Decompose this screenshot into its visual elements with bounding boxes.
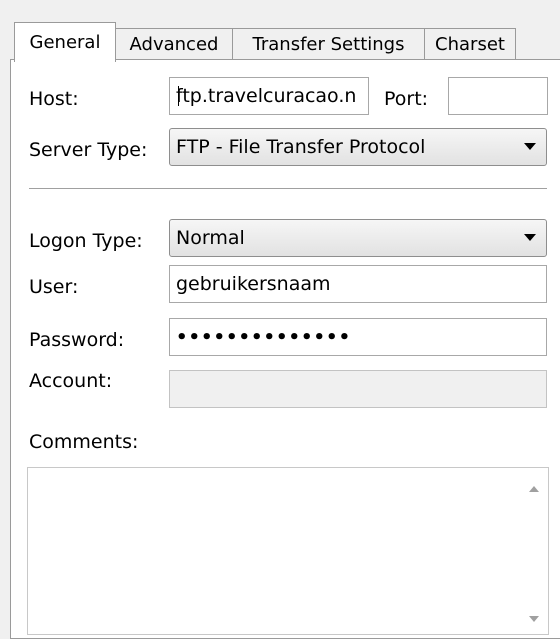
tab-charset-label: Charset [435, 34, 505, 55]
divider [29, 188, 547, 189]
scroll-down-icon[interactable] [529, 616, 539, 622]
account-label: Account: [29, 370, 113, 392]
general-tab-panel: Host: ftp.travelcuracao.n Port: Server T… [10, 59, 560, 639]
scroll-up-icon[interactable] [529, 486, 539, 492]
tab-advanced[interactable]: Advanced [115, 28, 233, 60]
host-value: ftp.travelcuracao.n [176, 85, 357, 107]
logon-type-select[interactable]: Normal [169, 219, 547, 257]
logon-type-label: Logon Type: [29, 230, 143, 252]
port-label: Port: [384, 88, 429, 110]
tab-advanced-label: Advanced [129, 34, 219, 55]
chevron-down-icon [524, 234, 536, 241]
user-label: User: [29, 276, 79, 298]
password-input[interactable]: •••••••••••••• [169, 318, 547, 356]
tab-charset[interactable]: Charset [424, 28, 516, 60]
host-input[interactable]: ftp.travelcuracao.n [169, 77, 369, 115]
comments-label: Comments: [29, 431, 139, 453]
tab-transfer-settings[interactable]: Transfer Settings [232, 28, 425, 60]
password-value: •••••••••••••• [176, 326, 352, 348]
server-type-select[interactable]: FTP - File Transfer Protocol [169, 128, 547, 166]
password-label: Password: [29, 329, 125, 351]
comments-textarea[interactable] [27, 467, 549, 635]
port-input[interactable] [448, 77, 548, 115]
tab-general[interactable]: General [14, 22, 116, 62]
account-input [169, 370, 547, 408]
host-label: Host: [29, 88, 79, 110]
text-caret [178, 86, 179, 106]
tab-general-label: General [29, 32, 101, 53]
user-input[interactable]: gebruikersnaam [169, 265, 547, 303]
server-type-value: FTP - File Transfer Protocol [176, 136, 426, 158]
tab-transfer-settings-label: Transfer Settings [252, 34, 405, 55]
chevron-down-icon [524, 143, 536, 150]
server-type-label: Server Type: [29, 139, 148, 161]
user-value: gebruikersnaam [176, 273, 331, 295]
comments-scrollbar[interactable] [520, 468, 548, 634]
logon-type-value: Normal [176, 227, 245, 249]
